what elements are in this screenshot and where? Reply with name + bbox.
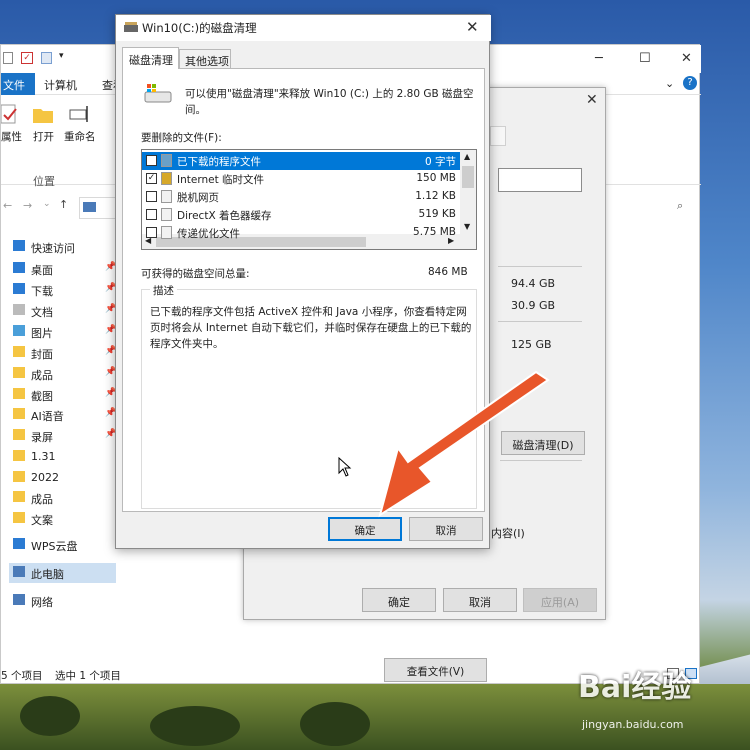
arrow-shape xyxy=(378,370,550,518)
watermark-logo: Bai经验 xyxy=(578,670,692,705)
annotation-arrow xyxy=(378,370,550,518)
mouse-cursor-icon xyxy=(338,457,352,477)
watermark-url: jingyan.baidu.com xyxy=(582,718,684,731)
tab-disk-cleanup[interactable]: 磁盘清理 xyxy=(122,47,179,69)
